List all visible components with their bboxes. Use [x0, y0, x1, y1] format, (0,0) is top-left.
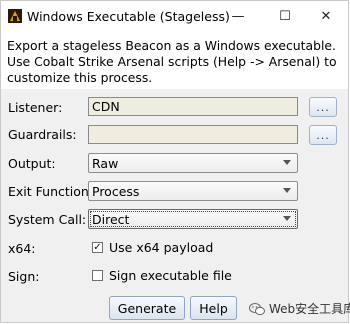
- system-call-label: System Call:: [8, 212, 87, 227]
- x64-label: x64:: [8, 241, 36, 256]
- close-icon: ✕: [320, 9, 332, 24]
- maximize-icon: ☐: [279, 9, 291, 24]
- exit-function-label: Exit Function:: [8, 184, 94, 199]
- close-button[interactable]: ✕: [303, 1, 349, 32]
- output-select[interactable]: Raw: [88, 153, 298, 173]
- sign-checkbox-row[interactable]: Sign executable file: [92, 268, 232, 283]
- window-title: Windows Executable (Stageless): [27, 9, 230, 24]
- chevron-down-icon: [283, 188, 291, 193]
- generate-button[interactable]: Generate: [109, 296, 185, 320]
- sign-label: Sign:: [8, 269, 40, 284]
- x64-checkbox-label[interactable]: Use x64 payload: [109, 240, 213, 255]
- wechat-icon: [249, 302, 265, 315]
- guardrails-label: Guardrails:: [8, 127, 77, 142]
- output-selected-value: Raw: [92, 155, 119, 171]
- description-text: Export a stageless Beacon as a Windows e…: [7, 38, 337, 85]
- cobalt-strike-app-icon: [8, 9, 22, 23]
- exit-function-selected-value: Process: [92, 183, 140, 199]
- system-call-selected-value: Direct: [92, 211, 130, 227]
- guardrails-field[interactable]: [88, 125, 298, 144]
- listener-browse-button[interactable]: ...: [309, 97, 337, 117]
- listener-label: Listener:: [8, 100, 63, 115]
- x64-checkbox-row[interactable]: ✓ Use x64 payload: [92, 240, 213, 255]
- minimize-button[interactable]: —: [215, 1, 261, 32]
- title-bar[interactable]: Windows Executable (Stageless) — ☐ ✕: [1, 1, 348, 32]
- watermark-text: Web安全工具库: [269, 302, 350, 316]
- maximize-button[interactable]: ☐: [262, 1, 308, 32]
- output-label: Output:: [8, 156, 56, 171]
- guardrails-browse-button[interactable]: ...: [309, 125, 337, 145]
- ellipsis-icon: ...: [316, 100, 330, 114]
- sign-checkbox[interactable]: [92, 270, 103, 281]
- help-button[interactable]: Help: [190, 296, 237, 320]
- exit-function-select[interactable]: Process: [88, 181, 298, 201]
- chevron-down-icon: [283, 160, 291, 165]
- system-call-select[interactable]: Direct: [88, 209, 298, 229]
- listener-field[interactable]: CDN: [88, 97, 298, 116]
- x64-checkbox[interactable]: ✓: [92, 242, 103, 253]
- watermark: Web安全工具库: [249, 300, 350, 317]
- sign-checkbox-label[interactable]: Sign executable file: [109, 268, 232, 283]
- ellipsis-icon: ...: [316, 128, 330, 142]
- minimize-icon: —: [231, 9, 245, 24]
- chevron-down-icon: [283, 216, 291, 221]
- dialog-window: Windows Executable (Stageless) — ☐ ✕ Exp…: [0, 0, 350, 323]
- checkmark-icon: ✓: [93, 241, 102, 253]
